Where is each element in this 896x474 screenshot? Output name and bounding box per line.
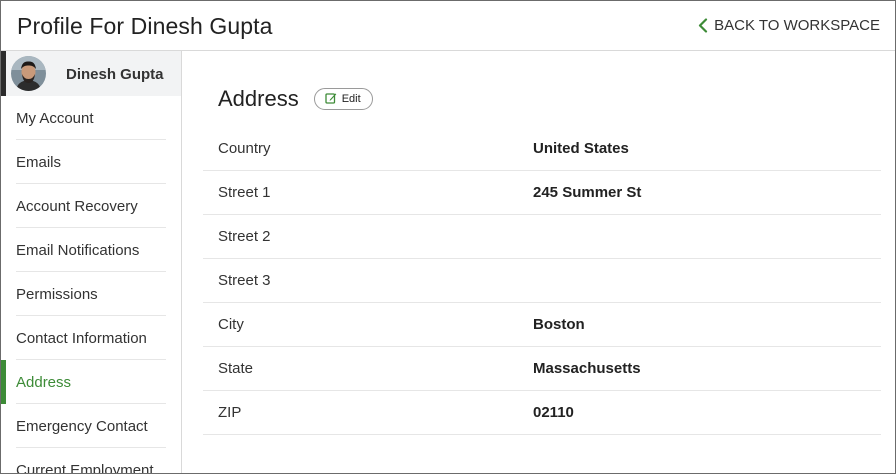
edit-button-label: Edit: [341, 93, 361, 105]
field-row-street-1: Street 1 245 Summer St: [203, 171, 881, 215]
field-row-city: City Boston: [203, 303, 881, 347]
field-row-street-3: Street 3: [203, 259, 881, 303]
sidebar-profile[interactable]: Dinesh Gupta: [1, 51, 181, 96]
sidebar-item-email-notifications[interactable]: Email Notifications: [1, 228, 181, 272]
field-row-state: State Massachusetts: [203, 347, 881, 391]
field-value: Boston: [533, 316, 585, 333]
sidebar: Dinesh Gupta My Account Emails Account R…: [1, 51, 182, 474]
sidebar-item-emergency-contact[interactable]: Emergency Contact: [1, 404, 181, 448]
top-bar: Profile For Dinesh Gupta BACK TO WORKSPA…: [1, 1, 895, 51]
sidebar-item-permissions[interactable]: Permissions: [1, 272, 181, 316]
page-title: Profile For Dinesh Gupta: [17, 13, 273, 39]
sidebar-item-emails[interactable]: Emails: [1, 140, 181, 184]
sidebar-item-my-account[interactable]: My Account: [1, 96, 181, 140]
field-value: 245 Summer St: [533, 184, 642, 201]
profile-name: Dinesh Gupta: [66, 66, 164, 83]
sidebar-item-current-employment[interactable]: Current Employment: [1, 448, 181, 474]
field-row-zip: ZIP 02110: [203, 391, 881, 435]
section-title: Address: [218, 86, 299, 111]
field-label: State: [218, 360, 254, 377]
field-row-country: Country United States: [203, 127, 881, 171]
edit-button[interactable]: Edit: [313, 88, 373, 110]
sidebar-item-contact-information[interactable]: Contact Information: [1, 316, 181, 360]
field-label: City: [218, 316, 244, 333]
sidebar-item-account-recovery[interactable]: Account Recovery: [1, 184, 181, 228]
field-value: Massachusetts: [533, 360, 641, 377]
field-value: United States: [533, 140, 629, 157]
field-label: Country: [218, 140, 271, 157]
address-fields: Country United States Street 1 245 Summe…: [203, 127, 881, 435]
field-label: Street 1: [218, 184, 271, 201]
field-value: 02110: [533, 404, 574, 421]
chevron-left-icon: [698, 18, 708, 33]
back-to-workspace-link[interactable]: BACK TO WORKSPACE: [698, 17, 880, 34]
edit-icon: [325, 92, 337, 107]
field-row-street-2: Street 2: [203, 215, 881, 259]
field-label: ZIP: [218, 404, 242, 421]
field-label: Street 3: [218, 272, 271, 289]
section-header: Address Edit: [218, 86, 373, 112]
app-window: Profile For Dinesh Gupta BACK TO WORKSPA…: [0, 0, 896, 474]
back-to-workspace-label: BACK TO WORKSPACE: [714, 17, 880, 34]
main-content: Address Edit Country United States Stree…: [183, 52, 895, 473]
sidebar-item-address[interactable]: Address: [1, 360, 181, 404]
avatar: [11, 56, 46, 91]
field-label: Street 2: [218, 228, 271, 245]
